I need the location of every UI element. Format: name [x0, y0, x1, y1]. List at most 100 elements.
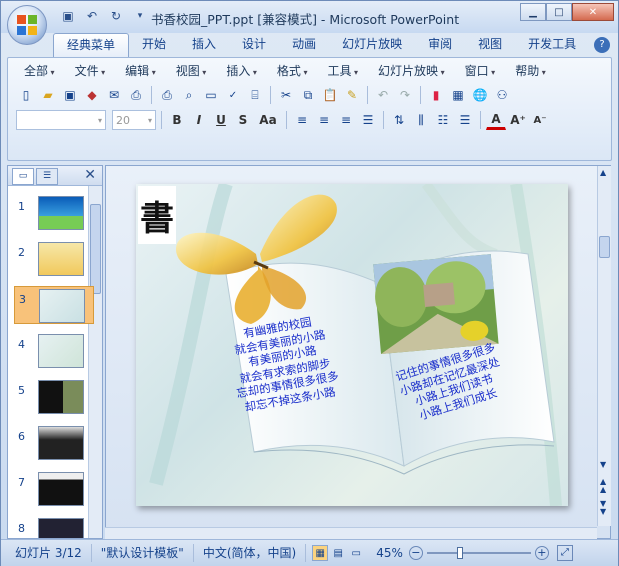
hyperlink-icon[interactable]: 🌐 [470, 85, 490, 105]
editor-horizontal-scrollbar[interactable] [105, 527, 597, 539]
menu-file[interactable]: 文件 [65, 62, 116, 80]
slide-thumbnail[interactable]: 8 [14, 516, 94, 538]
print-preview-icon[interactable]: ⎙ [126, 85, 146, 105]
zoom-level[interactable]: 45% [370, 546, 409, 560]
tab-home[interactable]: 开始 [129, 33, 179, 57]
slide-thumbnail-selected[interactable]: 3 [14, 286, 94, 324]
zoom-slider-thumb[interactable] [456, 547, 463, 559]
status-bar: 幻灯片 3/12 "默认设计模板" 中文(简体，中国) ▦ ▤ ▭ 45% − … [1, 539, 618, 566]
left-poem-text[interactable]: 有幽雅的校园 就会有美丽的小路 有美丽的小路 就会有求索的脚步 忘却的事情很多很… [225, 312, 342, 416]
insert-table-icon[interactable]: ▦ [448, 85, 468, 105]
zoom-in-icon[interactable]: + [534, 546, 549, 560]
slides-pane: ▭ ☰ ✕ 1 2 3 4 5 6 7 8 [7, 165, 103, 539]
shadow-icon[interactable]: S [233, 110, 253, 130]
save-icon[interactable]: ▣ [60, 85, 80, 105]
align-center-icon[interactable]: ≡ [314, 110, 334, 130]
slide-canvas[interactable]: 書 有幽雅的校园 就会有美丽的小路 有美丽的小路 就会有求索的脚步 忘却的事情很… [136, 184, 568, 506]
slide-thumbnail[interactable]: 7 [14, 470, 94, 508]
slide-thumbnail[interactable]: 2 [14, 240, 94, 278]
print-icon[interactable]: ⎙ [157, 85, 177, 105]
permission-icon[interactable]: ◆ [82, 85, 102, 105]
numbering-icon[interactable]: ☰ [455, 110, 475, 130]
format-painter-icon[interactable]: ✎ [342, 85, 362, 105]
help-icon[interactable]: ? [594, 37, 610, 53]
chevron-down-icon: ▾ [97, 115, 102, 125]
previous-slide-icon[interactable]: ▲ ▲ [600, 478, 606, 494]
menu-edit[interactable]: 编辑 [115, 62, 166, 80]
redo-icon[interactable]: ↷ [395, 85, 415, 105]
menu-slideshow[interactable]: 幻灯片放映 [368, 62, 455, 80]
close-icon[interactable]: ✕ [84, 167, 96, 183]
office-button[interactable] [7, 5, 47, 45]
align-left-icon[interactable]: ≡ [292, 110, 312, 130]
tab-review[interactable]: 审阅 [415, 33, 465, 57]
scroll-thumb[interactable] [599, 236, 610, 258]
font-name-combo[interactable]: ▾ [16, 110, 106, 130]
customize-qat-icon[interactable]: ▾ [131, 8, 149, 24]
save-icon[interactable]: ▣ [59, 8, 77, 24]
maximize-button[interactable]: □ [546, 3, 572, 21]
minimize-button[interactable]: ▁ [520, 3, 546, 21]
justify-icon[interactable]: ☰ [358, 110, 378, 130]
tab-slideshow[interactable]: 幻灯片放映 [329, 33, 415, 57]
tab-view[interactable]: 视图 [465, 33, 515, 57]
tab-insert[interactable]: 插入 [179, 33, 229, 57]
slideshow-view-icon[interactable]: ▭ [348, 545, 364, 561]
paste-icon[interactable]: 📋 [320, 85, 340, 105]
slide-thumbnail[interactable]: 5 [14, 378, 94, 416]
scroll-up-icon[interactable]: ▲ [600, 168, 606, 177]
cut-icon[interactable]: ✂ [276, 85, 296, 105]
bullets-icon[interactable]: ☷ [433, 110, 453, 130]
editor-vertical-scrollbar[interactable]: ▲ ▼ ▲ ▲ ▼ ▼ [597, 166, 611, 526]
slide-thumbnail[interactable]: 6 [14, 424, 94, 462]
menu-view[interactable]: 视图 [166, 62, 217, 80]
tab-developer[interactable]: 开发工具 [515, 33, 589, 57]
language-indicator[interactable]: 中文(简体，中国) [194, 544, 307, 562]
next-slide-icon[interactable]: ▼ ▼ [600, 500, 606, 516]
tab-design[interactable]: 设计 [229, 33, 279, 57]
tab-classic-menu[interactable]: 经典菜单 [53, 33, 130, 57]
menu-help[interactable]: 帮助 [505, 62, 556, 80]
preview-icon[interactable]: ⌕ [179, 85, 199, 105]
menu-insert[interactable]: 插入 [216, 62, 267, 80]
italic-icon[interactable]: I [189, 110, 209, 130]
spelling-icon[interactable]: ✓ [223, 85, 243, 105]
zoom-icon[interactable]: ⚇ [492, 85, 512, 105]
font-color-icon[interactable]: A [486, 110, 506, 130]
underline-icon[interactable]: U [211, 110, 231, 130]
change-case-icon[interactable]: Aa [255, 110, 281, 130]
open-icon[interactable]: ▰ [38, 85, 58, 105]
menu-format[interactable]: 格式 [267, 62, 318, 80]
insert-chart-icon[interactable]: ▮ [426, 85, 446, 105]
slide-sorter-icon[interactable]: ▤ [330, 545, 346, 561]
grow-font-icon[interactable]: A⁺ [508, 110, 528, 130]
columns-icon[interactable]: ⫼ [411, 110, 431, 130]
scroll-down-icon[interactable]: ▼ [600, 460, 606, 469]
tab-animations[interactable]: 动画 [279, 33, 329, 57]
font-size-combo[interactable]: 20 ▾ [112, 110, 156, 130]
close-button[interactable]: ✕ [572, 3, 614, 21]
align-right-icon[interactable]: ≡ [336, 110, 356, 130]
menu-tools[interactable]: 工具 [317, 62, 368, 80]
zoom-out-icon[interactable]: − [408, 546, 423, 560]
menu-window[interactable]: 窗口 [455, 62, 506, 80]
zoom-slider[interactable] [426, 546, 531, 560]
copy-icon[interactable]: ⧉ [298, 85, 318, 105]
normal-view-icon[interactable]: ▦ [312, 545, 329, 561]
line-spacing-icon[interactable]: ⇅ [389, 110, 409, 130]
slide-thumbnail[interactable]: 4 [14, 332, 94, 370]
slide-thumbnail[interactable]: 1 [14, 194, 94, 232]
outline-tab[interactable]: ☰ [36, 168, 58, 185]
fit-to-window-icon[interactable]: ⤢ [556, 545, 573, 561]
undo-icon[interactable]: ↶ [373, 85, 393, 105]
undo-icon[interactable]: ↶ [83, 8, 101, 24]
slides-tab[interactable]: ▭ [12, 168, 34, 185]
research-icon[interactable]: ⌸ [245, 85, 265, 105]
email-icon[interactable]: ✉ [104, 85, 124, 105]
shrink-font-icon[interactable]: A⁻ [530, 110, 550, 130]
menu-all[interactable]: 全部 [14, 62, 65, 80]
bold-icon[interactable]: B [167, 110, 187, 130]
slide-icon[interactable]: ▭ [201, 85, 221, 105]
redo-icon[interactable]: ↻ [107, 8, 125, 24]
new-icon[interactable]: ▯ [16, 85, 36, 105]
